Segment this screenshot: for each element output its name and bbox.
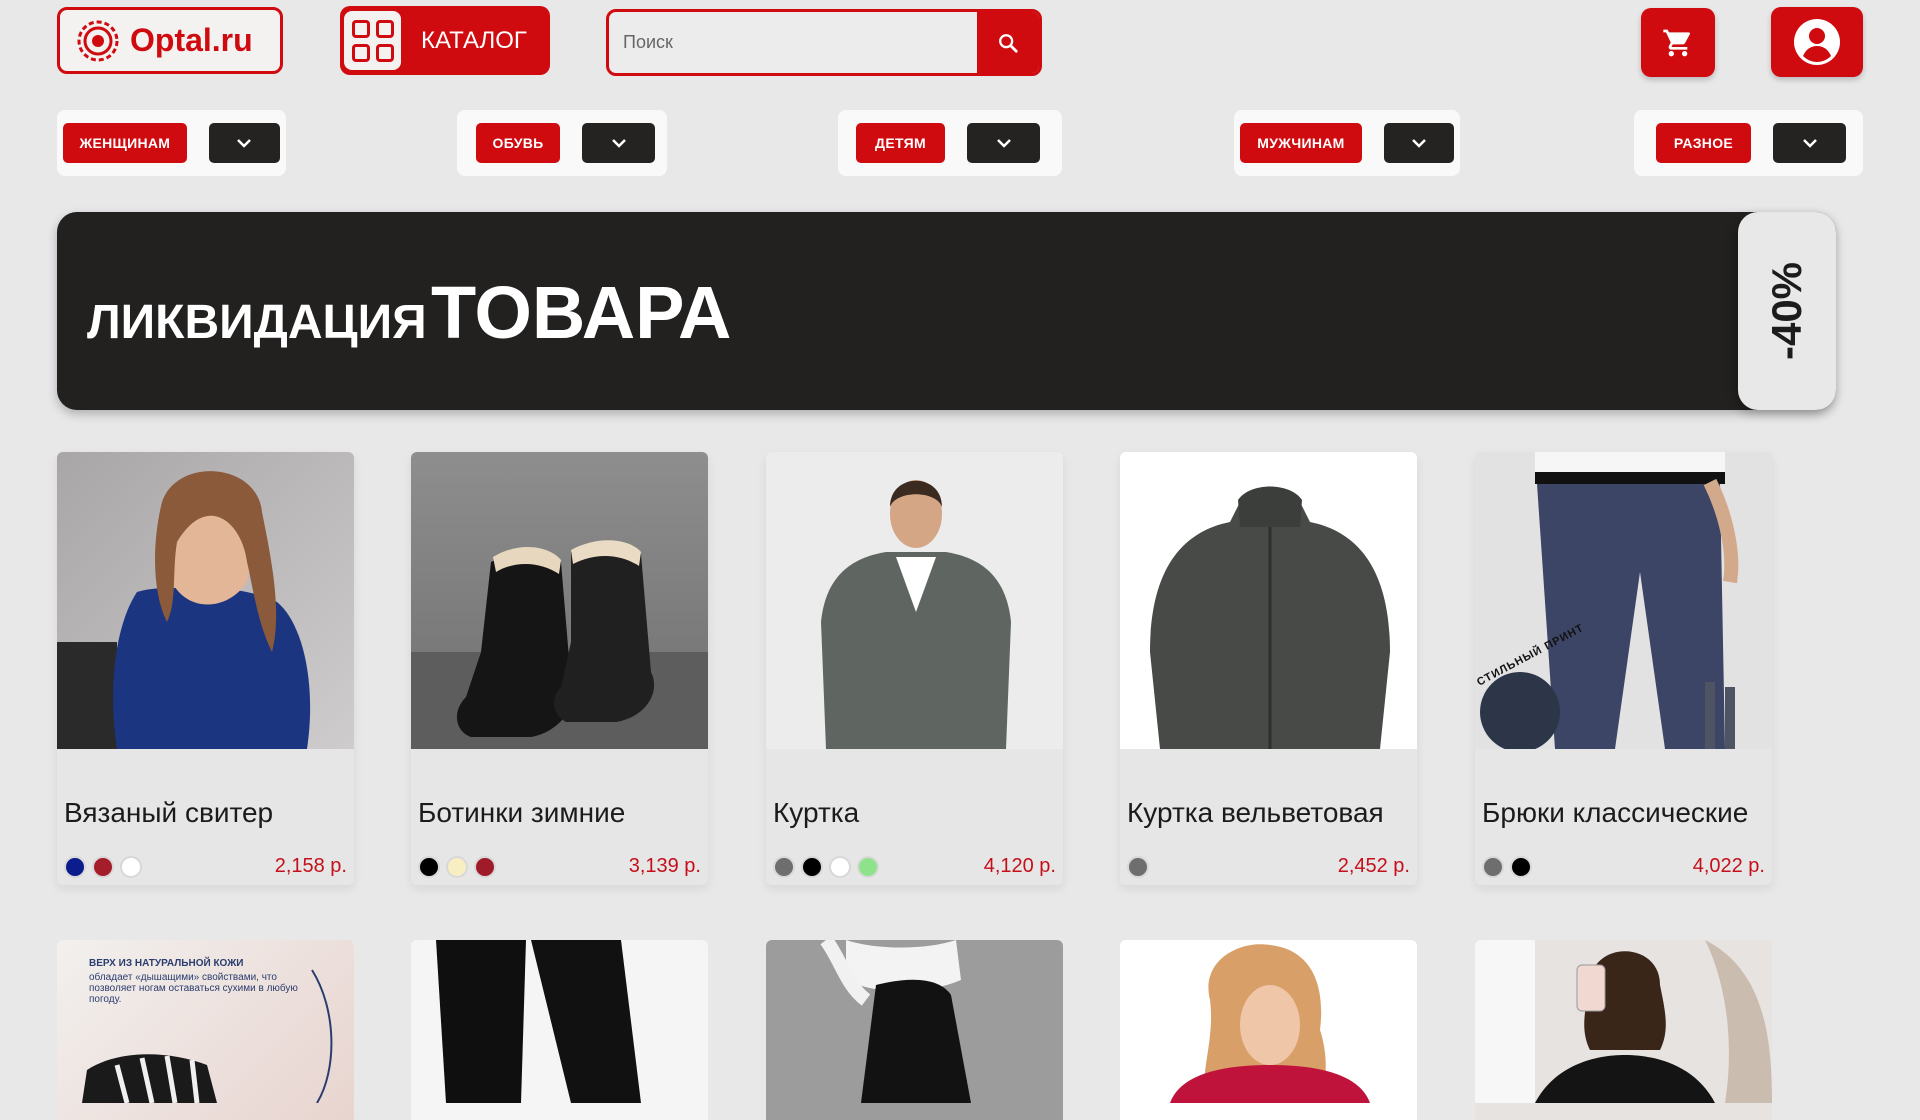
product-photo: [820, 940, 971, 1103]
logo-emblem-icon: [77, 20, 119, 61]
color-swatches: [773, 856, 879, 878]
color-swatch[interactable]: [418, 856, 440, 878]
product-card[interactable]: СТИЛЬНЫЙ ПРИНТ Брюки классические 4,022 …: [1475, 452, 1772, 885]
category-misc-button[interactable]: РАЗНОЕ: [1656, 123, 1751, 163]
search-bar: [606, 9, 1042, 76]
product-image[interactable]: [57, 452, 354, 749]
product-photo: [436, 940, 641, 1103]
catalog-label: КАТАЛОГ: [421, 26, 527, 54]
product-image[interactable]: [766, 452, 1063, 749]
color-swatch[interactable]: [1482, 856, 1504, 878]
product-card[interactable]: Ботинки зимние 3,139 р.: [411, 452, 708, 885]
product-photo: [1170, 944, 1370, 1103]
grid-icon: [344, 11, 401, 70]
search-input[interactable]: [609, 12, 977, 73]
product-card[interactable]: ВЕРХ ИЗ НАТУРАЛЬНОЙ КОЖИ обладает «дышащ…: [57, 940, 354, 1120]
user-icon: [1794, 19, 1840, 65]
product-name[interactable]: Куртка: [773, 797, 859, 829]
category-misc: РАЗНОЕ: [1634, 110, 1863, 176]
search-icon: [999, 33, 1018, 53]
category-men: МУЖЧИНАМ: [1234, 110, 1460, 176]
color-swatches: [1482, 856, 1532, 878]
color-swatch[interactable]: [829, 856, 851, 878]
catalog-button[interactable]: КАТАЛОГ: [340, 6, 550, 75]
product-card[interactable]: [411, 940, 708, 1120]
product-price: 2,452 р.: [1337, 855, 1410, 877]
product-photo: [1480, 452, 1739, 749]
chevron-down-icon: [996, 139, 1011, 148]
product-card[interactable]: Куртка 4,120 р.: [766, 452, 1063, 885]
product-price: 4,022 р.: [1692, 855, 1765, 877]
sale-banner[interactable]: ЛИКВИДАЦИЯ ТОВАРА: [57, 212, 1836, 410]
color-swatch[interactable]: [92, 856, 114, 878]
product-photo: [82, 969, 333, 1103]
product-price: 4,120 р.: [983, 855, 1056, 877]
product-photo: [1475, 940, 1772, 1103]
product-card[interactable]: [1475, 940, 1772, 1120]
banner-title: ЛИКВИДАЦИЯ ТОВАРА: [87, 270, 731, 355]
product-photo: [57, 471, 311, 749]
chevron-down-icon: [611, 139, 626, 148]
discount-value: -40%: [1763, 261, 1810, 361]
product-name[interactable]: Куртка вельветовая: [1127, 797, 1384, 829]
category-women: ЖЕНЩИНАМ: [57, 110, 286, 176]
product-card[interactable]: Вязаный свитер 2,158 р.: [57, 452, 354, 885]
product-image[interactable]: СТИЛЬНЫЙ ПРИНТ: [1475, 452, 1772, 749]
product-photo: [821, 480, 1011, 749]
product-photo: [1150, 486, 1390, 749]
category-shoes-dropdown[interactable]: [582, 123, 655, 163]
category-shoes: ОБУВЬ: [457, 110, 667, 176]
category-shoes-button[interactable]: ОБУВЬ: [476, 123, 560, 163]
search-button[interactable]: [977, 12, 1039, 73]
chevron-down-icon: [1802, 139, 1817, 148]
category-women-dropdown[interactable]: [208, 123, 280, 163]
product-card[interactable]: [766, 940, 1063, 1120]
product-price: 3,139 р.: [628, 855, 701, 877]
category-men-button[interactable]: МУЖЧИНАМ: [1240, 123, 1362, 163]
color-swatches: [418, 856, 496, 878]
product-name[interactable]: Брюки классические: [1482, 797, 1748, 829]
color-swatch[interactable]: [857, 856, 879, 878]
category-kids: ДЕТЯМ: [838, 110, 1062, 176]
color-swatch[interactable]: [801, 856, 823, 878]
cart-icon: [1663, 29, 1691, 56]
color-swatch[interactable]: [120, 856, 142, 878]
cart-button[interactable]: [1641, 8, 1715, 77]
product-name[interactable]: Вязаный свитер: [64, 797, 273, 829]
discount-tab: -40%: [1738, 212, 1836, 410]
color-swatches: [64, 856, 142, 878]
color-swatch[interactable]: [446, 856, 468, 878]
product-image[interactable]: [1120, 452, 1417, 749]
product-photo: [411, 540, 708, 749]
color-swatch[interactable]: [773, 856, 795, 878]
color-swatch[interactable]: [474, 856, 496, 878]
product-card[interactable]: [1120, 940, 1417, 1120]
logo-text: Optal.ru: [130, 22, 253, 58]
category-kids-dropdown[interactable]: [967, 123, 1040, 163]
color-swatch[interactable]: [1510, 856, 1532, 878]
chevron-down-icon: [1412, 139, 1426, 148]
product-image[interactable]: [411, 452, 708, 749]
category-women-button[interactable]: ЖЕНЩИНАМ: [63, 123, 187, 163]
category-kids-button[interactable]: ДЕТЯМ: [856, 123, 945, 163]
product-card[interactable]: Куртка вельветовая 2,452 р.: [1120, 452, 1417, 885]
color-swatches: [1127, 856, 1149, 878]
color-swatch[interactable]: [64, 856, 86, 878]
logo[interactable]: Optal.ru: [57, 7, 283, 74]
banner-title-small: ЛИКВИДАЦИЯ: [87, 296, 427, 349]
product-price: 2,158 р.: [274, 855, 347, 877]
category-men-dropdown[interactable]: [1383, 123, 1454, 163]
product-name[interactable]: Ботинки зимние: [418, 797, 625, 829]
banner-title-big: ТОВАРА: [431, 271, 732, 354]
category-misc-dropdown[interactable]: [1773, 123, 1846, 163]
chevron-down-icon: [237, 139, 252, 148]
color-swatch[interactable]: [1127, 856, 1149, 878]
account-button[interactable]: [1771, 7, 1863, 77]
